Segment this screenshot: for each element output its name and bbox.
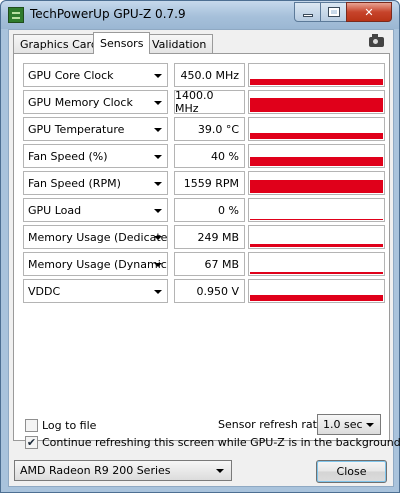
maximize-button[interactable] [320, 2, 347, 22]
maximize-icon [327, 7, 340, 17]
gpu-z-window: TechPowerUp GPU-Z 0.7.9 ✕ Graphics Card … [0, 0, 400, 493]
gpu-chip-icon [8, 7, 24, 23]
sensor-row: GPU Core Clock 450.0 MHz [23, 63, 385, 87]
sensor-graph [248, 279, 385, 303]
chevron-down-icon [154, 236, 162, 240]
tab-label: Sensors [100, 37, 144, 50]
sensor-label: GPU Temperature [28, 122, 125, 136]
log-to-file-option[interactable]: Log to file [25, 419, 96, 432]
sensor-dropdown[interactable]: GPU Load [23, 198, 168, 222]
sensor-dropdown[interactable]: GPU Temperature [23, 117, 168, 141]
sensor-value: 0.950 V [174, 279, 245, 303]
graph-fill [250, 157, 383, 166]
sensor-dropdown[interactable]: GPU Memory Clock [23, 90, 168, 114]
sensor-value: 450.0 MHz [174, 63, 245, 87]
tab-label: Graphics Card [20, 37, 98, 51]
sensor-row: Memory Usage (Dynamic) 67 MB [23, 252, 385, 276]
chevron-down-icon [154, 182, 162, 186]
client-area: Graphics Card Sensors Validation GPU Cor… [8, 29, 400, 487]
sensor-dropdown[interactable]: Fan Speed (%) [23, 144, 168, 168]
chevron-down-icon [154, 209, 162, 213]
title-bar[interactable]: TechPowerUp GPU-Z 0.7.9 ✕ [1, 1, 399, 29]
sensor-label: GPU Load [28, 203, 82, 217]
sensor-label: Memory Usage (Dedicated) [28, 230, 168, 244]
sensor-row: Fan Speed (RPM) 1559 RPM [23, 171, 385, 195]
gpu-select-value: AMD Radeon R9 200 Series [20, 464, 171, 477]
graph-fill [250, 272, 383, 274]
sensor-graph [248, 117, 385, 141]
graph-fill [250, 79, 383, 85]
graph-fill [250, 219, 383, 220]
sensor-graph [248, 225, 385, 249]
sensor-value: 40 % [174, 144, 245, 168]
tab-validation[interactable]: Validation [145, 34, 214, 53]
chevron-down-icon [154, 155, 162, 159]
graph-fill [250, 98, 383, 112]
close-window-button[interactable]: ✕ [346, 2, 392, 22]
sensor-graph [248, 198, 385, 222]
sensor-row: GPU Temperature 39.0 °C [23, 117, 385, 141]
continue-refresh-checkbox[interactable]: ✔ [25, 436, 38, 449]
sensor-value: 67 MB [174, 252, 245, 276]
sensor-dropdown[interactable]: VDDC [23, 279, 168, 303]
sensor-dropdown[interactable]: Memory Usage (Dynamic) [23, 252, 168, 276]
refresh-rate-select[interactable]: 1.0 sec [317, 414, 381, 435]
minimize-icon [302, 13, 313, 17]
minimize-button[interactable] [294, 2, 321, 22]
graph-fill [250, 295, 383, 301]
graph-fill [250, 244, 383, 247]
log-to-file-label: Log to file [42, 419, 97, 432]
tab-sensors[interactable]: Sensors [93, 32, 151, 54]
sensor-dropdown[interactable]: GPU Core Clock [23, 63, 168, 87]
close-icon: ✕ [364, 5, 374, 19]
sensor-label: Memory Usage (Dynamic) [28, 257, 168, 271]
sensor-label: Fan Speed (RPM) [28, 176, 121, 190]
chevron-down-icon [154, 290, 162, 294]
gpu-select[interactable]: AMD Radeon R9 200 Series [14, 460, 232, 481]
chevron-down-icon [366, 423, 374, 427]
sensor-label: Fan Speed (%) [28, 149, 108, 163]
sensor-dropdown[interactable]: Memory Usage (Dedicated) [23, 225, 168, 249]
continue-refresh-label: Continue refreshing this screen while GP… [42, 436, 400, 449]
sensor-graph [248, 144, 385, 168]
camera-icon[interactable] [369, 34, 384, 47]
sensor-row: Fan Speed (%) 40 % [23, 144, 385, 168]
sensor-label: GPU Core Clock [28, 68, 114, 82]
sensor-value: 1400.0 MHz [174, 89, 245, 115]
close-button[interactable]: Close [316, 460, 387, 483]
sensor-graph [248, 63, 385, 87]
refresh-rate-label: Sensor refresh rate: [218, 418, 328, 431]
graph-fill [250, 133, 383, 139]
sensor-row: GPU Load 0 % [23, 198, 385, 222]
sensor-row: GPU Memory Clock 1400.0 MHz [23, 89, 385, 115]
window-title: TechPowerUp GPU-Z 0.7.9 [30, 7, 186, 21]
graph-fill [250, 180, 383, 193]
chevron-down-icon [154, 74, 162, 78]
chevron-down-icon [154, 128, 162, 132]
refresh-rate-value: 1.0 sec [323, 418, 363, 431]
tab-label: Validation [152, 37, 207, 51]
sensors-panel: GPU Core Clock 450.0 MHz GPU Memory Cloc… [13, 53, 390, 441]
sensor-graph [248, 90, 385, 114]
chevron-down-icon [154, 263, 162, 267]
sensor-value: 1559 RPM [174, 171, 245, 195]
sensor-row: Memory Usage (Dedicated) 249 MB [23, 225, 385, 249]
chevron-down-icon [154, 101, 162, 105]
sensor-dropdown[interactable]: Fan Speed (RPM) [23, 171, 168, 195]
tab-graphics-card[interactable]: Graphics Card [13, 34, 105, 53]
sensor-graph [248, 252, 385, 276]
sensor-value: 39.0 °C [174, 117, 245, 141]
sensor-label: VDDC [28, 284, 61, 298]
log-to-file-checkbox[interactable] [25, 419, 38, 432]
continue-refresh-option[interactable]: ✔ Continue refreshing this screen while … [25, 436, 400, 449]
chevron-down-icon [216, 469, 224, 473]
sensor-value: 249 MB [174, 225, 245, 249]
sensor-label: GPU Memory Clock [28, 95, 133, 109]
sensor-row: VDDC 0.950 V [23, 279, 385, 303]
sensor-graph [248, 171, 385, 195]
sensor-value: 0 % [174, 198, 245, 222]
